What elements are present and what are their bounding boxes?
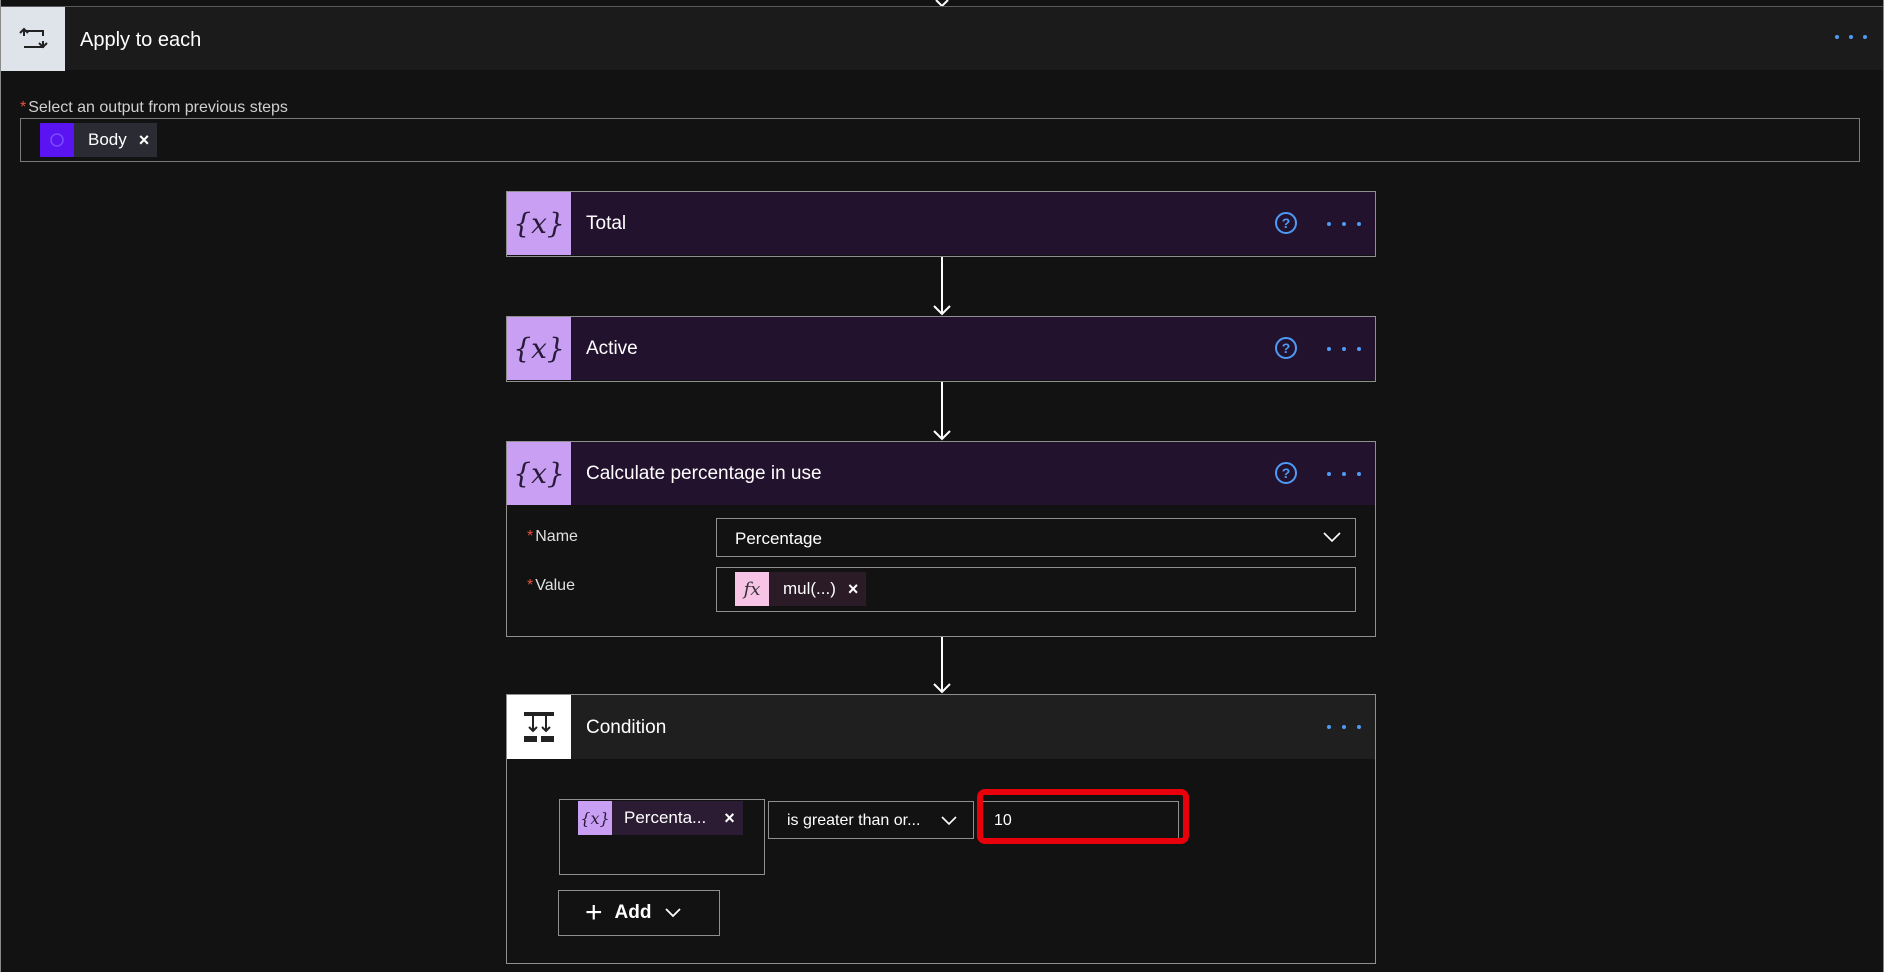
- variable-icon: {x}: [507, 317, 571, 380]
- connector-arrow-icon: [933, 382, 951, 441]
- connector-arrow-icon: [933, 257, 951, 316]
- add-condition-button[interactable]: + Add: [558, 890, 720, 936]
- http-icon: [40, 123, 74, 157]
- plus-icon: +: [585, 896, 603, 929]
- condition-icon: [507, 695, 571, 759]
- variable-icon: {x}: [507, 192, 571, 255]
- value-field[interactable]: fx mul(...) ×: [716, 567, 1356, 612]
- more-options-icon[interactable]: [1327, 339, 1361, 359]
- operator-dropdown[interactable]: is greater than or...: [768, 801, 974, 839]
- help-icon[interactable]: ?: [1275, 212, 1297, 234]
- action-title: Condition: [586, 717, 667, 738]
- value-field-label: * Value: [527, 577, 575, 594]
- mul-token-label: mul(...): [783, 579, 836, 598]
- apply-to-each-title: Apply to each: [80, 29, 202, 51]
- chevron-down-icon: [941, 816, 957, 826]
- chevron-down-icon: [665, 908, 682, 918]
- loop-icon: [1, 7, 65, 71]
- action-title: Active: [586, 338, 638, 359]
- action-card-calculate-percentage[interactable]: {x} Calculate percentage in use ? * Name …: [506, 441, 1376, 637]
- more-options-icon[interactable]: [1831, 25, 1871, 49]
- add-button-label: Add: [614, 902, 652, 923]
- more-options-icon[interactable]: [1327, 464, 1361, 484]
- action-header[interactable]: {x} Calculate percentage in use ?: [507, 442, 1375, 505]
- more-options-icon[interactable]: [1327, 214, 1361, 234]
- chevron-down-icon: [1323, 532, 1341, 543]
- variable-icon: {x}: [578, 801, 612, 835]
- action-title: Calculate percentage in use: [586, 463, 822, 484]
- close-icon[interactable]: ×: [842, 579, 867, 600]
- condition-left-operand[interactable]: {x} Percenta... ×: [559, 799, 765, 875]
- action-header[interactable]: {x} Total ?: [507, 192, 1375, 255]
- close-icon[interactable]: ×: [712, 808, 743, 829]
- more-options-icon[interactable]: [1327, 717, 1361, 737]
- operator-value: is greater than or...: [787, 812, 921, 829]
- percentage-token[interactable]: {x} Percenta... ×: [578, 801, 743, 835]
- output-field-label: * Select an output from previous steps: [20, 99, 288, 116]
- name-dropdown[interactable]: Percentage: [716, 518, 1356, 557]
- mul-expression-token[interactable]: fx mul(...) ×: [735, 572, 867, 606]
- body-token-label: Body: [88, 130, 127, 149]
- help-icon[interactable]: ?: [1275, 337, 1297, 359]
- condition-header[interactable]: Condition: [507, 695, 1375, 759]
- action-card-total[interactable]: {x} Total ?: [506, 191, 1376, 257]
- function-icon: fx: [735, 572, 769, 606]
- connector-arrow-icon: [933, 637, 951, 694]
- action-header[interactable]: {x} Active ?: [507, 317, 1375, 380]
- action-title: Total: [586, 213, 627, 234]
- output-field[interactable]: Body ×: [20, 118, 1860, 162]
- variable-icon: {x}: [507, 442, 571, 505]
- name-dropdown-value: Percentage: [735, 529, 822, 548]
- close-icon[interactable]: ×: [133, 130, 158, 151]
- body-token[interactable]: Body ×: [40, 123, 158, 157]
- help-icon[interactable]: ?: [1275, 462, 1297, 484]
- apply-to-each-header[interactable]: Apply to each: [1, 6, 1883, 71]
- name-field-label: * Name: [527, 528, 578, 545]
- highlight-annotation: [977, 789, 1189, 844]
- action-card-active[interactable]: {x} Active ?: [506, 316, 1376, 382]
- percentage-token-label: Percenta...: [624, 808, 707, 827]
